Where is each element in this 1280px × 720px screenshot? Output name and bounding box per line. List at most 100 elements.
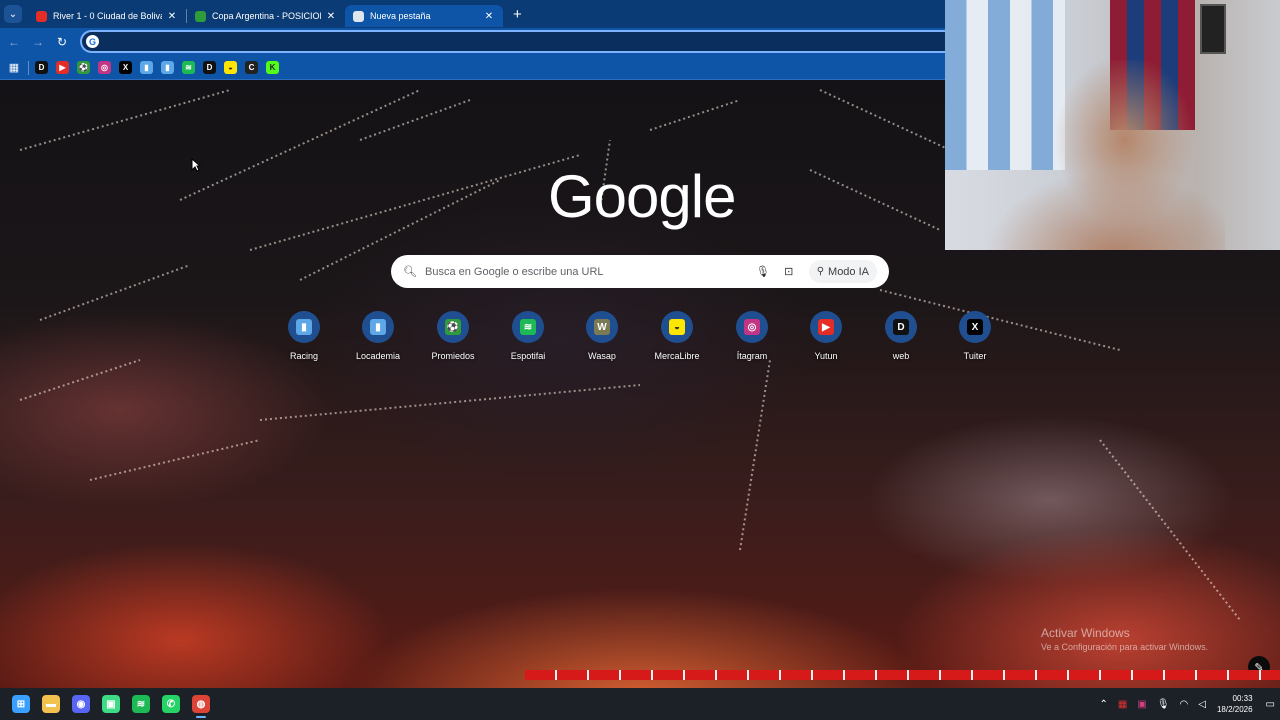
shortcut-tile[interactable]: ▮ Locademia (341, 311, 415, 371)
taskbar: ⊞ ▬ ◉ ▣ ≋ ✆ ◍ ⌃ ▦ ▣ 🎙︎ ◠ ◁ 00:33 18/2/2026 ▭ (0, 688, 1280, 720)
tab-title: Copa Argentina - POSICIONES, (212, 11, 321, 21)
app-tray-icon[interactable]: ▣ (1137, 699, 1146, 710)
shortcut-label: Yutun (814, 351, 838, 361)
firework-streak (179, 89, 421, 201)
taskbar-button[interactable]: ⊞ (6, 689, 36, 719)
discord-icon: ◉ (72, 695, 90, 713)
shortcut-label: Ítagram (736, 351, 768, 361)
chevron-up-icon[interactable]: ⌃ (1100, 699, 1108, 710)
shortcut-tile[interactable]: W Wasap (565, 311, 639, 371)
wifi-icon[interactable]: ◠ (1180, 699, 1189, 710)
tab-close-icon[interactable]: ✕ (325, 11, 337, 22)
shortcut-icon-circle: ≋ (512, 311, 544, 343)
wall-frame-image (1200, 4, 1226, 54)
taskbar-button[interactable]: ▣ (96, 689, 126, 719)
youtube-icon: ▶ (818, 319, 834, 335)
search-box[interactable]: 🔍︎ Busca en Google o escribe una URL 🎙︎ … (391, 255, 889, 288)
shortcut-label: web (892, 351, 910, 361)
new-tab-button[interactable]: + (513, 6, 522, 23)
globe-icon (195, 10, 206, 22)
shortcut-icon-circle: ▮ (362, 311, 394, 343)
shortcut-label: Locademia (355, 351, 401, 361)
cuevana-icon[interactable]: C (245, 61, 258, 74)
stadium-ad-board-image (525, 670, 1280, 680)
ai-mode-button[interactable]: ⚲ Modo IA (808, 260, 877, 283)
dazn-icon[interactable]: D (35, 61, 48, 74)
chrome-icon: ◍ (192, 695, 210, 713)
racing-icon: ▮ (296, 319, 312, 335)
clock-date: 18/2/2026 (1216, 705, 1253, 714)
shortcut-tile[interactable]: ≋ Espotifai (491, 311, 565, 371)
shortcut-icon-circle: ◎ (736, 311, 768, 343)
clock-time: 00:33 (1232, 694, 1253, 703)
coca-cola-tray-icon[interactable]: ▦ (1118, 699, 1127, 710)
spotify-icon[interactable]: ≋ (182, 61, 195, 74)
shortcut-tile[interactable]: X Tuiter (938, 311, 1012, 371)
spotify-icon: ≋ (132, 695, 150, 713)
file-explorer-icon: ▬ (42, 695, 60, 713)
notifications-icon[interactable]: ▭ (1266, 699, 1275, 710)
taskbar-button[interactable]: ✆ (156, 689, 186, 719)
address-bar[interactable]: G (80, 30, 945, 53)
microphone-tray-icon[interactable]: 🎙︎ (1157, 699, 1170, 710)
apps-grid-icon[interactable]: ▦ (2, 61, 26, 74)
watermark-title: Activar Windows (1041, 626, 1130, 640)
microphone-icon[interactable]: 🎙︎ (753, 265, 773, 278)
racing-icon[interactable]: ▮ (161, 61, 174, 74)
promiedos-icon[interactable]: ⚽ (77, 61, 90, 74)
taskbar-button[interactable]: ◍ (186, 689, 216, 719)
whatsapp-icon: ✆ (162, 695, 180, 713)
mercadolibre-icon: ◒ (669, 319, 685, 335)
firework-streak (359, 99, 471, 141)
youtube-icon[interactable]: ▶ (56, 61, 69, 74)
dazn-icon[interactable]: D (203, 61, 216, 74)
shortcut-label: Wasap (588, 351, 616, 361)
tab[interactable]: Copa Argentina - POSICIONES, ✕ (187, 5, 345, 27)
shortcut-tile[interactable]: ◎ Ítagram (715, 311, 789, 371)
taskbar-button[interactable]: ≋ (126, 689, 156, 719)
back-arrow-icon[interactable]: ← (2, 35, 26, 49)
kick-icon[interactable]: K (266, 61, 279, 74)
shortcut-tile[interactable]: ◒ MercaLibre (640, 311, 714, 371)
firework-streak (19, 89, 231, 151)
firework-streak (89, 439, 261, 481)
racing-icon[interactable]: ▮ (140, 61, 153, 74)
mercadolibre-icon[interactable]: ◒ (224, 61, 237, 74)
tab-close-icon[interactable]: ✕ (483, 11, 495, 22)
mouse-cursor-icon (191, 158, 201, 172)
instagram-icon: ◎ (744, 319, 760, 335)
forward-arrow-icon[interactable]: → (26, 35, 50, 49)
firework-streak (809, 169, 941, 231)
firework-streak (19, 359, 141, 401)
tab[interactable]: Nueva pestaña ✕ (345, 5, 503, 27)
search-input[interactable]: Busca en Google o escribe una URL (425, 266, 747, 278)
google-g-icon: G (86, 35, 99, 48)
shortcut-icon-circle: ◒ (661, 311, 693, 343)
screen: ⌄ River 1 - 0 Ciudad de Bolivar | C✕Copa… (0, 0, 1280, 720)
clock[interactable]: 00:33 18/2/2026 (1217, 693, 1253, 715)
shortcut-tile[interactable]: Dweb (864, 311, 938, 371)
chrome-icon (353, 10, 364, 22)
shortcut-tile[interactable]: ▶ Yutun (789, 311, 863, 371)
tab-title: Nueva pestaña (370, 11, 431, 21)
instagram-icon[interactable]: ◎ (98, 61, 111, 74)
ai-mode-label: Modo IA (828, 265, 869, 278)
tab-close-icon[interactable]: ✕ (166, 11, 178, 22)
taskbar-button[interactable]: ▬ (36, 689, 66, 719)
reload-icon[interactable]: ↻ (50, 35, 74, 49)
google-lens-icon[interactable]: ⊡ (779, 265, 799, 278)
volume-icon[interactable]: ◁ (1198, 699, 1206, 710)
tab-search-chevron-icon[interactable]: ⌄ (4, 5, 22, 23)
shortcut-icon-circle: X (959, 311, 991, 343)
shortcut-tile[interactable]: ▮ Racing (267, 311, 341, 371)
tab[interactable]: River 1 - 0 Ciudad de Bolivar | C ✕ (28, 5, 186, 27)
shortcut-tile[interactable]: ⚽ Promiedos (416, 311, 490, 371)
taskbar-button[interactable]: ◉ (66, 689, 96, 719)
browser-toolbar: ← → ↻ G (0, 28, 945, 56)
dazn-icon: D (893, 319, 909, 335)
x-icon[interactable]: X (119, 61, 132, 74)
firework-streak (39, 264, 191, 321)
shortcut-label: MercaLibre (654, 351, 700, 361)
spotify-icon: ≋ (520, 319, 536, 335)
ai-mode-search-icon: ⚲ (816, 266, 825, 277)
